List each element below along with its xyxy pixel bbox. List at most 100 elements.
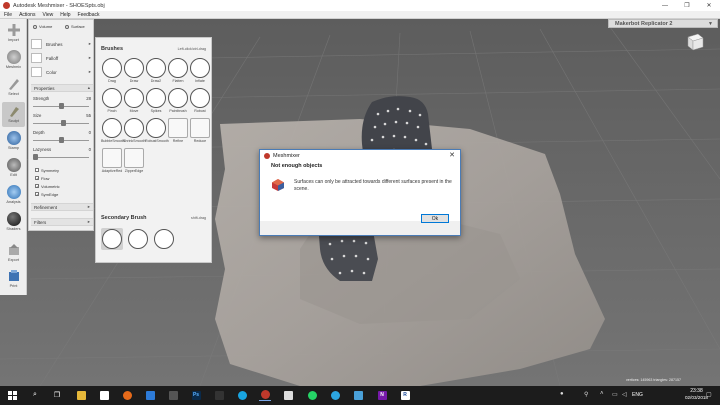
color-dropdown[interactable]: Color ▸ xyxy=(31,66,93,78)
notification-icon[interactable]: ▢ xyxy=(706,391,712,398)
printer-selector[interactable]: Makerbot Replicator 2 ▼ xyxy=(608,19,718,28)
start-button[interactable] xyxy=(6,389,18,401)
brush-draw2[interactable]: Draw2 xyxy=(145,58,167,83)
print-tool[interactable]: Print xyxy=(2,267,25,292)
flow-checkbox[interactable]: ✓ Flow xyxy=(35,175,49,181)
firefox-button[interactable] xyxy=(121,389,133,401)
meshmixer-taskbar-button[interactable] xyxy=(259,389,271,401)
ok-button[interactable]: Ok xyxy=(421,214,449,223)
size-slider[interactable]: Size 55 xyxy=(33,113,93,129)
secondary-brush-1[interactable] xyxy=(101,228,123,250)
maximize-button[interactable]: ❐ xyxy=(676,0,698,11)
brush-inflate[interactable]: Inflate xyxy=(189,58,211,83)
tray-app-icon[interactable]: ● xyxy=(560,391,564,397)
lazyness-value: 0 xyxy=(88,147,91,152)
secondary-brush-2[interactable] xyxy=(127,228,149,250)
dialog-close-button[interactable]: ✕ xyxy=(449,151,455,159)
symmetry-checkbox[interactable]: Symmetry xyxy=(35,167,59,173)
menu-view[interactable]: View xyxy=(42,12,53,18)
app-button-7[interactable] xyxy=(213,389,225,401)
brush-draw[interactable]: Draw xyxy=(123,58,145,83)
language-indicator[interactable]: ENG xyxy=(632,392,643,398)
refinement-header[interactable]: Refinement ▸ xyxy=(31,203,93,211)
brush-bubblesmooth[interactable]: BubbleSmooth xyxy=(101,118,125,143)
brush-paintbrush-icon xyxy=(168,88,188,108)
volume-icon[interactable]: ◁ xyxy=(622,391,627,398)
minimize-button[interactable]: — xyxy=(654,0,676,11)
onenote-button[interactable]: N xyxy=(376,389,388,401)
sculpt-tool[interactable]: Sculpt xyxy=(2,102,25,127)
secondary-brush-3[interactable] xyxy=(153,228,175,250)
slider-handle[interactable] xyxy=(33,154,38,160)
brush-flatten[interactable]: Flatten xyxy=(167,58,189,83)
tool-label: Export xyxy=(8,258,19,262)
brush-reduce[interactable]: Reduce xyxy=(189,118,211,143)
strength-label: Strength xyxy=(33,96,50,101)
search-button[interactable]: ⌕ xyxy=(29,389,41,401)
volume-label: Volume xyxy=(39,24,53,29)
brush-shrinksmooth[interactable]: ShrinkSmooth xyxy=(123,118,146,143)
menu-help[interactable]: Help xyxy=(60,12,70,18)
file-explorer-button[interactable] xyxy=(75,389,87,401)
app-button-15[interactable]: R xyxy=(399,389,411,401)
symedge-checkbox[interactable]: ✓ SymEdge xyxy=(35,191,58,197)
brush-robustsmooth-icon xyxy=(146,118,166,138)
photoshop-button[interactable]: Ps xyxy=(190,389,202,401)
telegram-button[interactable] xyxy=(329,389,341,401)
whatsapp-button[interactable] xyxy=(306,389,318,401)
menu-bar: File Actions View Help Feedback xyxy=(0,11,720,19)
app-button-4[interactable] xyxy=(144,389,156,401)
menu-file[interactable]: File xyxy=(4,12,12,18)
properties-header[interactable]: Properties ▴ xyxy=(31,84,93,92)
not-enough-objects-dialog: Meshmixer ✕ Not enough objects Surfaces … xyxy=(259,149,461,236)
brushes-dropdown[interactable]: Brushes ▸ xyxy=(31,38,93,50)
brush-refine[interactable]: Refine xyxy=(167,118,189,143)
task-view-button[interactable]: ❐ xyxy=(51,389,63,401)
depth-slider[interactable]: Depth 0 xyxy=(33,130,93,146)
menu-actions[interactable]: Actions xyxy=(19,12,35,18)
falloff-dropdown[interactable]: Falloff ▸ xyxy=(31,52,93,64)
brush-drag[interactable]: Drag xyxy=(101,58,123,83)
brush-pinch[interactable]: Pinch xyxy=(101,88,123,113)
edit-tool[interactable]: Edit xyxy=(2,156,25,181)
surface-toggle[interactable]: Surface xyxy=(65,24,85,29)
tool-label: Select xyxy=(8,92,19,96)
brush-robustsmooth[interactable]: RobustSmooth xyxy=(145,118,169,143)
people-icon[interactable]: ⚲ xyxy=(584,391,588,398)
network-icon[interactable]: ▭ xyxy=(612,391,618,398)
brush-zipperedge-icon xyxy=(124,148,144,168)
stamp-tool[interactable]: Stamp xyxy=(2,129,25,154)
menu-feedback[interactable]: Feedback xyxy=(78,12,100,18)
brush-robust[interactable]: Robust xyxy=(189,88,211,113)
strength-slider[interactable]: Strength 28 xyxy=(33,96,93,112)
volume-toggle[interactable]: Volume xyxy=(33,24,52,29)
analysis-tool[interactable]: Analysis xyxy=(2,183,25,208)
brush-adaptivered-icon xyxy=(102,148,122,168)
slider-handle[interactable] xyxy=(58,137,64,143)
brush-adaptivered[interactable]: AdaptiveRed xyxy=(101,148,123,173)
app-button-2[interactable] xyxy=(98,389,110,401)
brush-move[interactable]: Move xyxy=(123,88,145,113)
brush-paintbrush[interactable]: Paintbrush xyxy=(167,88,189,113)
app-button-13[interactable] xyxy=(352,389,364,401)
select-tool[interactable]: Select xyxy=(2,75,25,100)
clock[interactable]: 23:38 02/03/2018 xyxy=(685,388,708,400)
app-button-10[interactable] xyxy=(282,389,294,401)
app-button-5[interactable] xyxy=(167,389,179,401)
filters-header[interactable]: Filters ▸ xyxy=(31,218,93,226)
chevron-up-icon[interactable]: ˄ xyxy=(600,391,604,397)
slider-handle[interactable] xyxy=(61,120,67,126)
brush-zipperedge[interactable]: ZipperEdge xyxy=(123,148,145,173)
brush-spikes[interactable]: Spikes xyxy=(145,88,167,113)
app-button-8[interactable] xyxy=(236,389,248,401)
viewcube-icon[interactable] xyxy=(684,30,706,52)
close-window-button[interactable]: ✕ xyxy=(698,0,720,11)
export-tool[interactable]: Export xyxy=(2,241,25,266)
volumetric-checkbox[interactable]: ✓ Volumetric xyxy=(35,183,60,189)
lazyness-slider[interactable]: Lazyness 0 xyxy=(33,147,93,163)
meshmix-tool[interactable]: Meshmix xyxy=(2,48,25,73)
brush-flatten-icon xyxy=(168,58,188,78)
shaders-tool[interactable]: Shaders xyxy=(2,210,25,235)
import-tool[interactable]: Import xyxy=(2,21,25,46)
slider-handle[interactable] xyxy=(58,103,64,109)
